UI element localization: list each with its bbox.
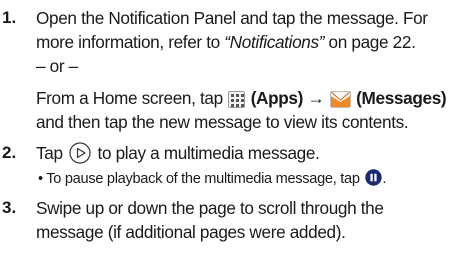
apps-label: (Apps) [250, 88, 304, 108]
step-2-bullet: • To pause playback of the multimedia me… [38, 169, 458, 189]
pause-instruction: • To pause playback of the multimedia me… [38, 171, 364, 187]
step-3-line-1: Swipe up or down the page to scroll thro… [36, 198, 384, 218]
step-1-text: Open the Notification Panel and tap the … [36, 6, 458, 78]
step-3-line-2: message (if additional pages were added)… [36, 222, 346, 242]
play-circle-icon [69, 142, 91, 164]
instruction-page: 1. Open the Notification Panel and tap t… [0, 0, 462, 276]
step-2-text: Tap to play a multimedia message. [36, 141, 458, 165]
step-1-alternative: From a Home screen, tap (Apps) → (Messag… [36, 86, 458, 134]
step-1-line-1: Open the Notification Panel and tap the … [36, 8, 428, 28]
step-1-number: 1. [2, 8, 17, 27]
step-3-number: 3. [2, 198, 17, 217]
step-1-alt-line-1: From a Home screen, tap (Apps) → (Messag… [36, 86, 458, 110]
step-1-alt-prefix: From a Home screen, tap [36, 88, 228, 108]
pause-circle-icon [365, 169, 383, 186]
pause-instruction-end: . [382, 171, 387, 187]
step-2-prefix: Tap [36, 143, 68, 163]
step-3-text: Swipe up or down the page to scroll thro… [36, 196, 458, 244]
or-separator: – or – [36, 56, 78, 76]
step-1-line-2: more information, refer to “Notification… [36, 30, 458, 54]
step-2-suffix: to play a multimedia message. [93, 143, 320, 163]
step-2-number: 2. [2, 143, 17, 162]
step-1-line-2-suffix: on page 22. [324, 32, 416, 52]
messages-label: (Messages) [356, 88, 447, 108]
messages-envelope-icon [329, 91, 351, 108]
apps-grid-icon [228, 91, 246, 108]
notifications-reference-link[interactable]: “Notifications” [224, 32, 324, 52]
arrow-separator: → [303, 88, 329, 108]
step-1-line-2-prefix: more information, refer to [36, 32, 225, 52]
step-1-alt-line-2: and then tap the new message to view its… [36, 112, 409, 132]
